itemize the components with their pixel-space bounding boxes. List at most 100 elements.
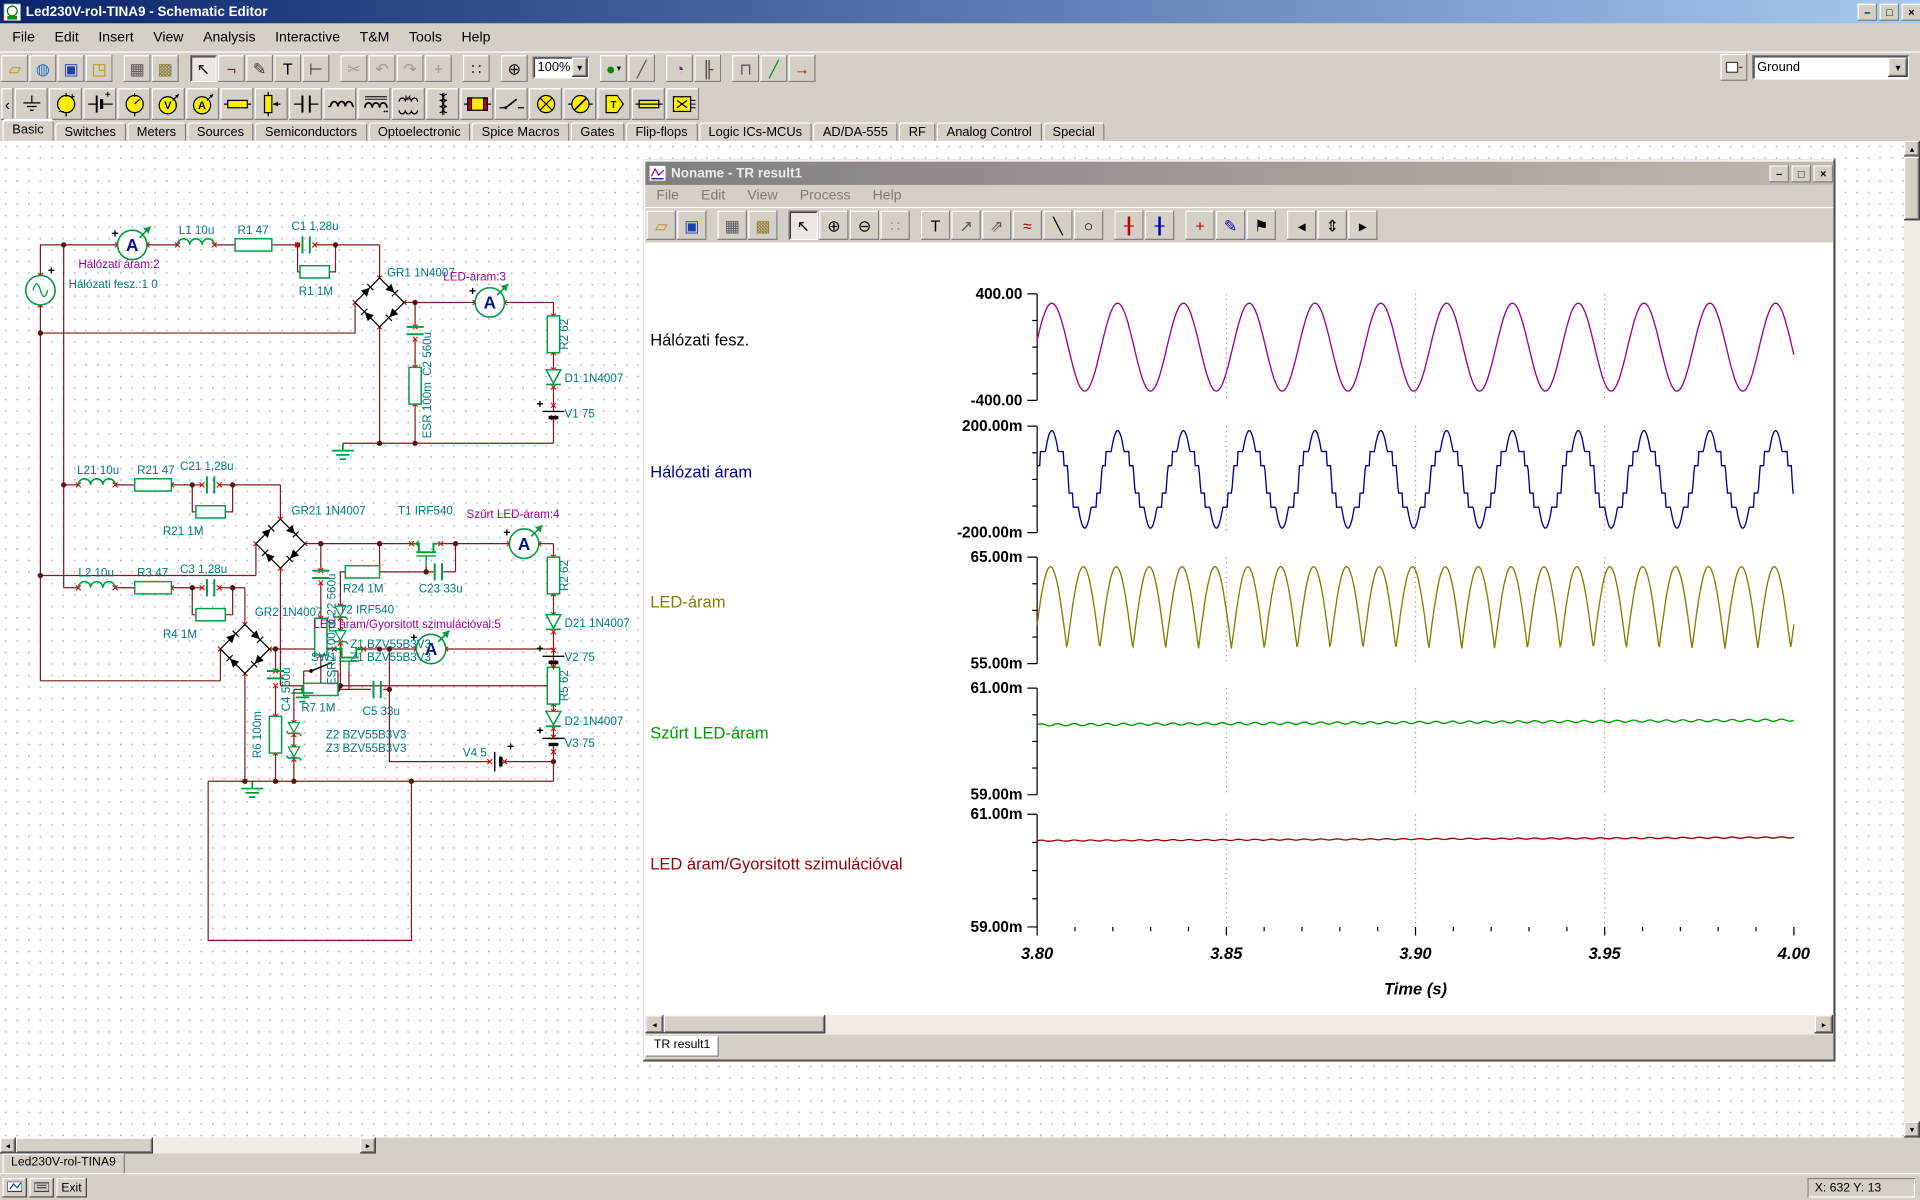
battery-component-button[interactable] [83,88,116,120]
voltage-generator-component-button[interactable] [118,88,151,120]
tr-hscrollbar[interactable]: ◂ ▸ [645,1015,1833,1035]
canvas-vscrollbar[interactable]: ▴ ▾ [1904,141,1920,1138]
hscroll-thumb[interactable] [16,1138,153,1154]
tab-basic[interactable]: Basic [2,120,53,141]
transformer-component-button[interactable]: M [392,88,425,120]
tr-plot-area[interactable]: 400.00-400.00Hálózati fesz.200.00m-200.0… [645,242,1833,1015]
resistor-component-button[interactable] [220,88,253,120]
text-button[interactable]: T [274,55,301,82]
probe-button[interactable]: ╱ [628,55,655,82]
axis-a-button[interactable]: ╂ [1114,211,1143,240]
title-bar[interactable]: Led230V-rol-TINA9 - Schematic Editor – □… [0,0,1920,23]
status-icon-button-1[interactable] [2,1178,26,1198]
ground-component-button[interactable] [15,88,48,120]
tr-result-window[interactable]: Noname - TR result1 – □ × FileEditViewPr… [643,159,1836,1061]
tab-spice-macros[interactable]: Spice Macros [472,122,569,140]
chevron-down-icon[interactable]: ▾ [617,64,621,73]
pin-meter-button[interactable]: ╟ [694,55,721,82]
line-button[interactable]: ╲ [1043,211,1072,240]
menu-item-insert[interactable]: Insert [89,26,144,48]
ground-combobox[interactable]: Ground ▾ [1752,55,1909,79]
tab-analog-control[interactable]: Analog Control [937,122,1042,140]
chevron-down-icon[interactable]: ▾ [1888,58,1908,78]
paste-button[interactable]: ▩ [748,211,777,240]
zoom-out-button[interactable]: ⊖ [850,211,879,240]
pencil-button[interactable]: ✎ [246,55,273,82]
capacitor-component-button[interactable] [289,88,322,120]
menu-item-view[interactable]: View [143,26,193,48]
tr-menu-item-help[interactable]: Help [862,186,913,206]
scroll-down-icon[interactable]: ▾ [1904,1122,1920,1138]
export-curve-button[interactable]: ⇗ [982,211,1011,240]
tab-semiconductors[interactable]: Semiconductors [255,122,367,140]
dc-analysis-button[interactable]: ●▾ [600,55,627,82]
scroll-up-icon[interactable]: ▴ [1904,141,1920,157]
copy-button[interactable]: ▦ [124,55,151,82]
text-button[interactable]: T [921,211,950,240]
measure-button[interactable]: ⊢ [302,55,329,82]
tr-menu-item-file[interactable]: File [645,186,690,206]
tab-logic-ics-mcus[interactable]: Logic ICs-MCUs [699,122,812,140]
flag-button[interactable]: ⚑ [1247,211,1276,240]
scroll-right-icon[interactable]: ▸ [360,1138,376,1154]
tools-button[interactable]: ⊓ [732,55,759,82]
save-button[interactable]: ▣ [677,211,706,240]
fuse-component-button[interactable] [632,88,665,120]
process-curve-button[interactable]: ↗ [951,211,980,240]
menu-item-edit[interactable]: Edit [45,26,89,48]
tab-sources[interactable]: Sources [187,122,254,140]
menu-item-file[interactable]: File [2,26,44,48]
tr-hscroll-thumb[interactable] [664,1015,826,1033]
next-page-button[interactable]: ▸ [1348,211,1377,240]
canvas-hscrollbar[interactable]: ◂ ▸ [0,1138,376,1154]
open-button[interactable]: ▱ [647,211,676,240]
voltmeter-component-button[interactable]: V [152,88,185,120]
save-button[interactable]: ▣ [58,55,85,82]
tr-title-bar[interactable]: Noname - TR result1 – □ × [645,162,1833,185]
close-button[interactable]: × [1902,3,1920,20]
tr-minimize-button[interactable]: – [1769,165,1789,182]
connector-component-button[interactable] [666,88,699,120]
zoom-combobox[interactable]: 100%▾ [533,56,589,78]
tr-menu-item-view[interactable]: View [736,186,788,206]
switch-component-button[interactable] [495,88,528,120]
component-scroll-left-icon[interactable]: ‹ [1,88,13,120]
browse-web-button[interactable]: ◍ [29,55,56,82]
node-selector-icon[interactable] [1720,54,1747,81]
grid-button[interactable]: ∷ [463,55,490,82]
prev-page-button[interactable]: ◂ [1287,211,1316,240]
ellipse-button[interactable]: ○ [1074,211,1103,240]
tab-meters[interactable]: Meters [127,122,186,140]
chevron-down-icon[interactable]: ▾ [572,58,588,78]
zoom-button[interactable]: ⊕ [501,55,528,82]
tab-ad-da-555[interactable]: AD/DA-555 [813,122,898,140]
tr-menu-item-edit[interactable]: Edit [690,186,736,206]
smooth-button[interactable]: ≈ [1013,211,1042,240]
tr-result-tab[interactable]: TR result1 [645,1036,719,1057]
tab-rf[interactable]: RF [899,122,936,140]
menu-item-help[interactable]: Help [452,26,501,48]
tr-menu-item-process[interactable]: Process [789,186,862,206]
voltage-source-component-button[interactable] [49,88,82,120]
page-spinner-button[interactable]: ⇕ [1318,211,1347,240]
tab-special[interactable]: Special [1043,122,1105,140]
exit-mode-button[interactable]: → [789,55,816,82]
menu-item-tools[interactable]: Tools [399,26,451,48]
minimize-button[interactable]: – [1858,3,1878,20]
controlled-source-component-button[interactable]: T [598,88,631,120]
paste-button[interactable]: ▩ [152,55,179,82]
pen-button[interactable]: ✎ [1216,211,1245,240]
tr-scroll-left-icon[interactable]: ◂ [645,1015,663,1033]
lamp-component-button[interactable] [529,88,562,120]
add-marker-button[interactable]: + [1185,211,1214,240]
vscroll-thumb[interactable] [1904,157,1920,221]
copy-button[interactable]: ▦ [718,211,747,240]
tab-gates[interactable]: Gates [571,122,625,140]
menu-item-interactive[interactable]: Interactive [265,26,350,48]
wire-button[interactable]: ¬ [218,55,245,82]
menu-item-analysis[interactable]: Analysis [193,26,265,48]
tr-close-button[interactable]: × [1813,165,1833,182]
tab-switches[interactable]: Switches [55,122,126,140]
cursor-button[interactable]: ↖ [789,211,818,240]
document-tab[interactable]: Led230V-rol-TINA9 [2,1153,124,1174]
